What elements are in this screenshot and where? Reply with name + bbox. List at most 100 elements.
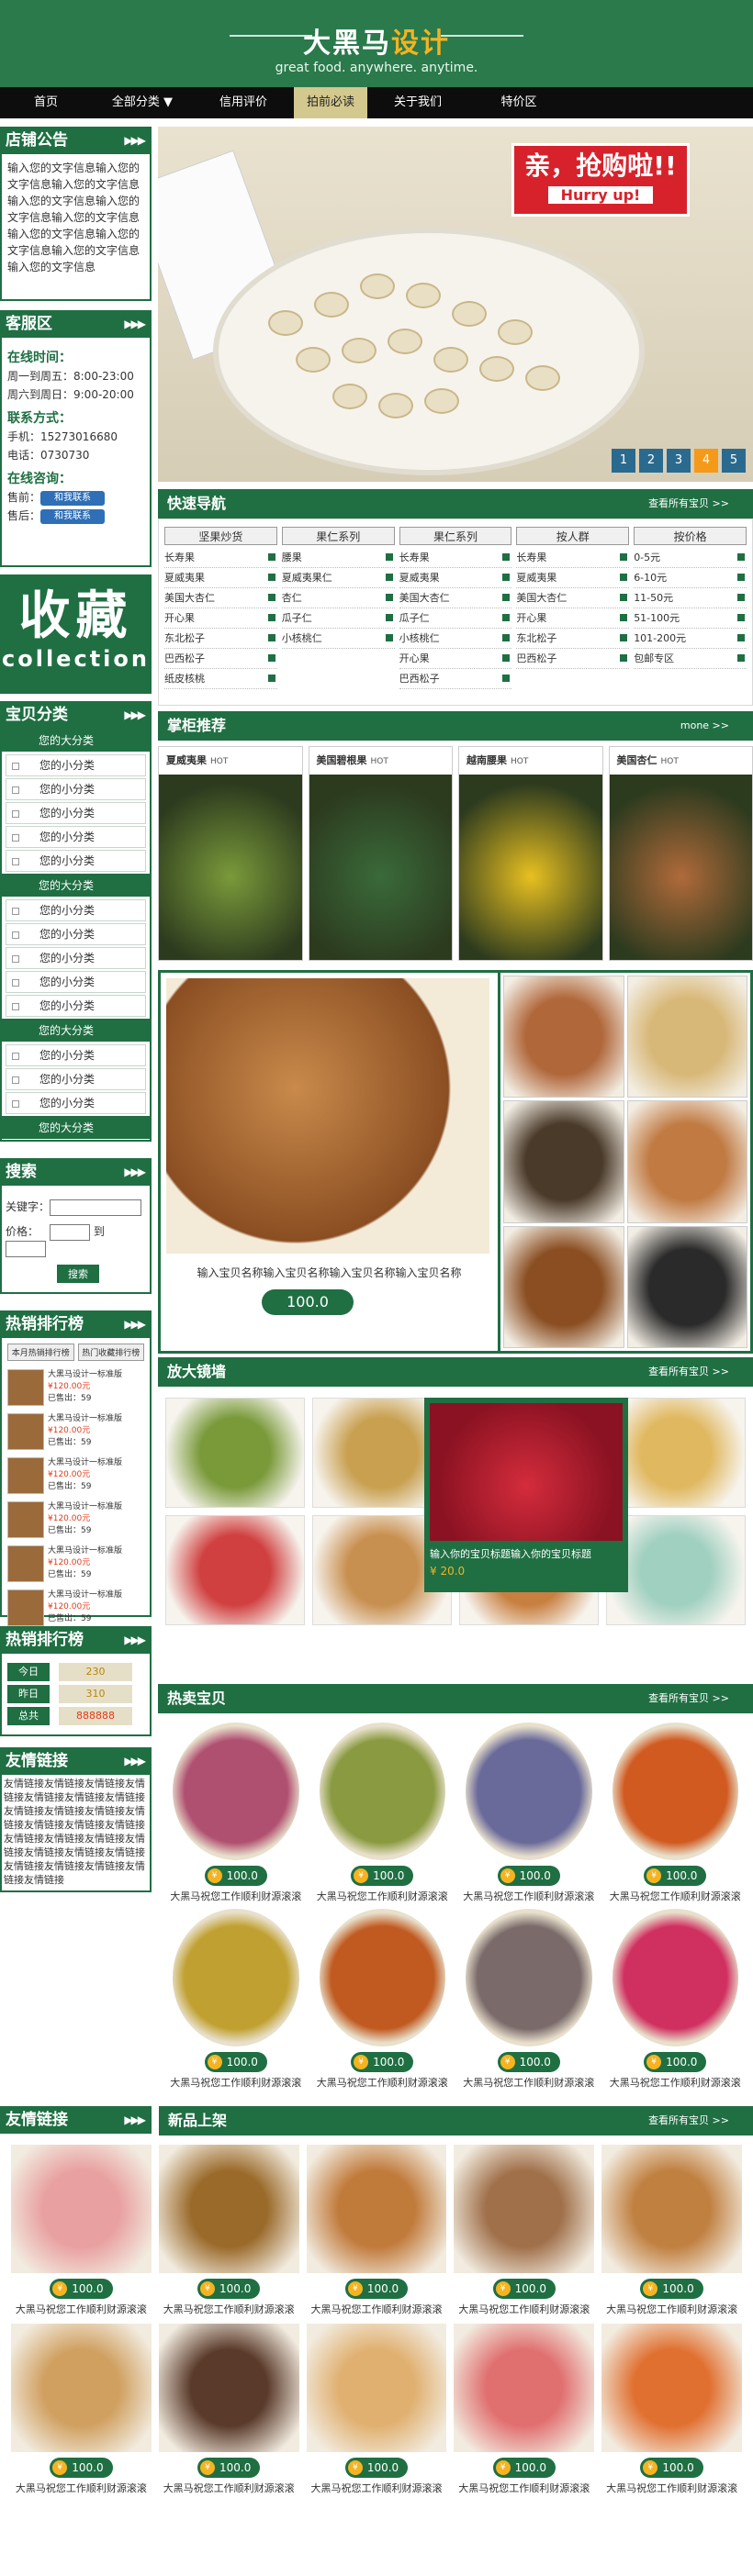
product-card[interactable]: 100.0 大黑马祝您工作顺利财源滚滚 — [607, 1723, 745, 1903]
banner-page-1[interactable]: 1 — [612, 449, 635, 473]
quicknav-link[interactable]: 开心果 — [516, 608, 630, 629]
featured-thumb[interactable] — [626, 1100, 747, 1223]
quicknav-link[interactable]: 美国大杏仁 — [164, 588, 277, 608]
quicknav-link[interactable]: 夏威夷果 — [516, 568, 630, 588]
banner-page-3[interactable]: 3 — [667, 449, 691, 473]
quicknav-link[interactable]: 51-100元 — [634, 608, 747, 629]
featured-main[interactable]: 输入宝贝名称输入宝贝名称输入宝贝名称输入宝贝名称 100.0 — [161, 973, 500, 1351]
quicknav-link[interactable]: 11-50元 — [634, 588, 747, 608]
recommend-card[interactable]: 美国碧根果 HOT — [308, 746, 453, 961]
rank-item[interactable]: 大黑马设计一标准版 ¥120.00元 已售出：59 — [7, 1499, 144, 1540]
featured-thumb[interactable] — [503, 976, 624, 1098]
search-button[interactable]: 搜索 — [57, 1265, 99, 1283]
banner-page-2[interactable]: 2 — [639, 449, 663, 473]
aftersale-chat-button[interactable]: 和我联系 — [40, 508, 106, 524]
category-small[interactable]: 您的小分类 — [6, 947, 146, 969]
category-small[interactable]: 您的小分类 — [6, 995, 146, 1017]
nav-specials[interactable]: 特价区 — [468, 87, 569, 118]
presale-chat-button[interactable]: 和我联系 — [40, 490, 106, 506]
quicknav-link[interactable]: 小核桃仁 — [399, 629, 512, 649]
keyword-input[interactable] — [50, 1199, 142, 1216]
quicknav-link[interactable]: 瓜子仁 — [399, 608, 512, 629]
recommend-more-link[interactable]: mone >> — [680, 711, 729, 741]
category-small[interactable]: 您的小分类 — [6, 850, 146, 872]
quicknav-link[interactable]: 东北松子 — [516, 629, 630, 649]
quicknav-link[interactable]: 瓜子仁 — [281, 608, 395, 629]
category-small[interactable]: 您的小分类 — [6, 778, 146, 800]
price-max-input[interactable] — [6, 1241, 46, 1257]
quicknav-link[interactable]: 夏威夷果 — [164, 568, 277, 588]
product-card[interactable]: 100.0 大黑马祝您工作顺利财源滚滚 — [306, 2324, 447, 2495]
product-card[interactable]: 100.0 大黑马祝您工作顺利财源滚滚 — [460, 1723, 598, 1903]
quicknav-link[interactable]: 东北松子 — [164, 629, 277, 649]
nav-credit[interactable]: 信用评价 — [193, 87, 294, 118]
category-small[interactable]: 您的小分类 — [6, 826, 146, 848]
category-small[interactable]: 您的小分类 — [6, 923, 146, 945]
product-card[interactable]: 100.0 大黑马祝您工作顺利财源滚滚 — [607, 1909, 745, 2090]
promo-badge[interactable]: 亲，抢购啦!! Hurry up! — [511, 143, 690, 217]
banner-page-4[interactable]: 4 — [694, 449, 718, 473]
featured-thumb[interactable] — [503, 1225, 624, 1348]
rank-item[interactable]: 大黑马设计一标准版 ¥120.00元 已售出：59 — [7, 1411, 144, 1452]
product-card[interactable]: 100.0 大黑马祝您工作顺利财源滚滚 — [158, 2145, 299, 2316]
product-card[interactable]: 100.0 大黑马祝您工作顺利财源滚滚 — [314, 1723, 452, 1903]
product-card[interactable]: 100.0 大黑马祝您工作顺利财源滚滚 — [167, 1723, 305, 1903]
category-small[interactable]: 您的小分类 — [6, 971, 146, 993]
quicknav-link[interactable]: 包邮专区 — [634, 649, 747, 669]
product-card[interactable]: 100.0 大黑马祝您工作顺利财源滚滚 — [460, 1909, 598, 2090]
hero-banner[interactable]: 亲，抢购啦!! Hurry up! 1 2 3 4 5 — [158, 127, 753, 482]
category-big[interactable]: 您的大分类 — [2, 874, 150, 898]
quicknav-link[interactable]: 夏威夷果仁 — [281, 568, 395, 588]
quicknav-more-link[interactable]: 查看所有宝贝 >> — [648, 489, 729, 519]
product-card[interactable]: 100.0 大黑马祝您工作顺利财源滚滚 — [11, 2324, 152, 2495]
category-big[interactable]: 您的大分类 — [2, 1116, 150, 1140]
price-min-input[interactable] — [50, 1224, 91, 1241]
quicknav-link[interactable]: 巴西松子 — [399, 669, 512, 689]
product-card[interactable]: 100.0 大黑马祝您工作顺利财源滚滚 — [601, 2145, 742, 2316]
rank-item[interactable]: 大黑马设计一标准版 ¥120.00元 已售出：59 — [7, 1587, 144, 1628]
favorite-banner[interactable]: 收藏 collection — [0, 574, 152, 694]
rank-item[interactable]: 大黑马设计一标准版 ¥120.00元 已售出：59 — [7, 1455, 144, 1496]
recommend-card[interactable]: 美国杏仁 HOT — [608, 746, 753, 961]
product-card[interactable]: 100.0 大黑马祝您工作顺利财源滚滚 — [314, 1909, 452, 2090]
nav-read-before[interactable]: 拍前必读 — [294, 87, 367, 118]
zoom-more-link[interactable]: 查看所有宝贝 >> — [648, 1357, 729, 1387]
quicknav-link[interactable]: 夏威夷果 — [399, 568, 512, 588]
product-card[interactable]: 100.0 大黑马祝您工作顺利财源滚滚 — [11, 2145, 152, 2316]
nav-about[interactable]: 关于我们 — [367, 87, 468, 118]
logo[interactable]: 大黑马设计 — [0, 20, 753, 61]
quicknav-link[interactable]: 长寿果 — [516, 548, 630, 568]
quicknav-link[interactable]: 长寿果 — [164, 548, 277, 568]
tab-fav-hot[interactable]: 热门收藏排行榜 — [77, 1344, 144, 1361]
quicknav-link[interactable]: 6-10元 — [634, 568, 747, 588]
zoom-item[interactable] — [165, 1515, 305, 1625]
quicknav-link[interactable]: 101-200元 — [634, 629, 747, 649]
nav-home[interactable]: 首页 — [0, 87, 92, 118]
banner-page-5[interactable]: 5 — [722, 449, 746, 473]
quicknav-link[interactable]: 纸皮核桃 — [164, 669, 277, 689]
recommend-card[interactable]: 越南腰果 HOT — [458, 746, 603, 961]
category-small[interactable]: 您的小分类 — [6, 754, 146, 776]
category-small[interactable]: 您的小分类 — [6, 802, 146, 824]
product-card[interactable]: 100.0 大黑马祝您工作顺利财源滚滚 — [601, 2324, 742, 2495]
quicknav-link[interactable]: 开心果 — [164, 608, 277, 629]
category-small[interactable]: 您的小分类 — [6, 1044, 146, 1066]
product-card[interactable]: 100.0 大黑马祝您工作顺利财源滚滚 — [167, 1909, 305, 2090]
quicknav-link[interactable]: 美国大杏仁 — [516, 588, 630, 608]
rank-item[interactable]: 大黑马设计一标准版 ¥120.00元 已售出：59 — [7, 1543, 144, 1584]
zoom-popup[interactable]: 输入你的宝贝标题输入你的宝贝标题 ¥ 20.0 — [424, 1398, 628, 1592]
category-small[interactable]: 您的小分类 — [6, 1068, 146, 1090]
recommend-card[interactable]: 夏威夷果 HOT — [158, 746, 303, 961]
rank-item[interactable]: 大黑马设计一标准版 ¥120.00元 已售出：59 — [7, 1366, 144, 1408]
newitems-more-link[interactable]: 查看所有宝贝 >> — [648, 2106, 729, 2136]
quicknav-link[interactable]: 美国大杏仁 — [399, 588, 512, 608]
product-card[interactable]: 100.0 大黑马祝您工作顺利财源滚滚 — [158, 2324, 299, 2495]
featured-thumb[interactable] — [626, 976, 747, 1098]
product-card[interactable]: 100.0 大黑马祝您工作顺利财源滚滚 — [454, 2145, 595, 2316]
product-card[interactable]: 100.0 大黑马祝您工作顺利财源滚滚 — [306, 2145, 447, 2316]
category-big[interactable]: 您的大分类 — [2, 729, 150, 753]
quicknav-link[interactable]: 开心果 — [399, 649, 512, 669]
quicknav-link[interactable]: 小核桃仁 — [281, 629, 395, 649]
tab-month-hot[interactable]: 本月热销排行榜 — [7, 1344, 74, 1361]
quicknav-link[interactable]: 长寿果 — [399, 548, 512, 568]
